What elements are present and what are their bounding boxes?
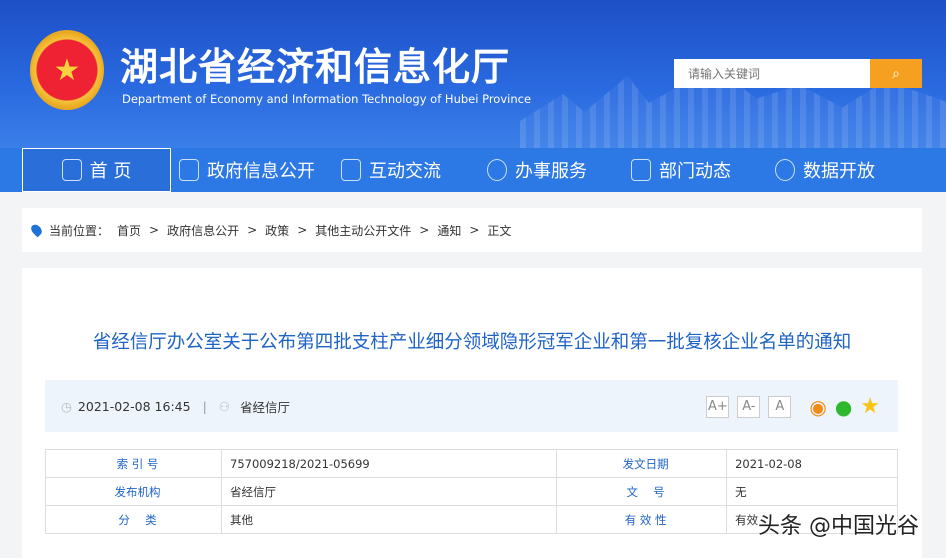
location-pin-icon [29, 222, 44, 238]
nav-label: 部门动态 [659, 161, 731, 182]
clock-icon: ◷ [61, 398, 72, 414]
search-bar: ⌕ [674, 59, 922, 88]
search-input[interactable] [674, 59, 870, 88]
publish-datetime: 2021-02-08 16:45 [77, 398, 191, 414]
breadcrumb-sep: > [247, 223, 258, 237]
breadcrumb-label: 当前位置： [49, 223, 110, 238]
nav-home[interactable]: 首 页 [22, 148, 171, 192]
breadcrumb: 当前位置： 首页 > 政府信息公开 > 政策 > 其他主动公开文件 > 通知 > 正文 [22, 208, 922, 252]
nav-label: 数据开放 [803, 161, 875, 182]
breadcrumb-sep: > [419, 223, 430, 237]
table-key: 分 类 [45, 505, 222, 534]
search-service-icon [487, 159, 507, 181]
checklist-icon [631, 159, 651, 181]
breadcrumb-link[interactable]: 通知 [437, 222, 461, 239]
nav-gov-info[interactable]: 政府信息公开 [179, 148, 315, 192]
meta-divider: | [202, 398, 207, 414]
nav-label: 办事服务 [515, 161, 587, 182]
article-title: 省经信厅办公室关于公布第四批支柱产业细分领域隐形冠军企业和第一批复核企业名单的通… [92, 332, 852, 353]
breadcrumb-link[interactable]: 首页 [117, 222, 141, 239]
font-reset-button[interactable]: A [768, 395, 792, 418]
breadcrumb-sep: > [149, 223, 160, 237]
table-key: 索 引 号 [45, 449, 222, 478]
article-source: 省经信厅 [240, 399, 291, 415]
font-increase-button[interactable]: A+ [706, 395, 730, 418]
national-emblem-logo: ★ [30, 30, 104, 110]
font-decrease-button[interactable]: A- [737, 395, 761, 418]
breadcrumb-sep: > [297, 223, 308, 237]
table-key: 文 号 [556, 477, 728, 506]
document-icon [179, 159, 199, 181]
breadcrumb-current: 正文 [487, 223, 512, 238]
data-chart-icon [775, 159, 795, 181]
breadcrumb-sep: > [469, 223, 480, 237]
main-nav: 首 页 政府信息公开 互动交流 办事服务 部门动态 数据开放 [0, 148, 946, 192]
search-button[interactable]: ⌕ [870, 59, 922, 88]
article-tools: A+ A- A ◉ ● ★ [706, 394, 880, 419]
site-subtitle: Department of Economy and Information Te… [122, 92, 532, 106]
favorite-star-icon[interactable]: ★ [860, 394, 880, 419]
site-title: 湖北省经济和信息化厅 [120, 45, 511, 89]
chat-icon [341, 159, 361, 181]
table-value: 2021-02-08 [726, 449, 898, 478]
watermark: 头条 @中国光谷 [758, 514, 919, 539]
nav-open-data[interactable]: 数据开放 [775, 148, 875, 192]
nav-dept-news[interactable]: 部门动态 [631, 148, 731, 192]
table-value: 省经信厅 [220, 477, 558, 506]
nav-label: 首 页 [89, 161, 132, 182]
table-row: 索 引 号 757009218/2021-05699 发文日期 2021-02-08 [45, 449, 898, 478]
site-header: ★ 湖北省经济和信息化厅 Department of Economy and I… [0, 0, 946, 148]
table-key: 有 效 性 [556, 505, 728, 534]
nav-interaction[interactable]: 互动交流 [341, 148, 441, 192]
breadcrumb-link[interactable]: 政府信息公开 [167, 222, 239, 239]
table-value: 757009218/2021-05699 [220, 449, 558, 478]
wechat-share-icon[interactable]: ● [835, 395, 852, 419]
article-meta-bar: ◷ 2021-02-08 16:45 | ⚇ 省经信厅 A+ A- A ◉ ● … [45, 380, 898, 432]
table-value: 其他 [220, 505, 558, 534]
nav-label: 政府信息公开 [207, 161, 315, 182]
table-row: 发布机构 省经信厅文 号无 [45, 477, 898, 506]
nav-services[interactable]: 办事服务 [487, 148, 587, 192]
table-value: 无 [726, 477, 898, 506]
nav-label: 互动交流 [369, 161, 441, 182]
home-icon [61, 159, 82, 181]
table-key: 发文日期 [556, 449, 728, 478]
breadcrumb-link[interactable]: 其他主动公开文件 [315, 222, 411, 239]
table-key: 发布机构 [45, 477, 222, 506]
breadcrumb-link[interactable]: 政策 [265, 222, 289, 239]
org-icon: ⚇ [218, 398, 230, 414]
weibo-share-icon[interactable]: ◉ [809, 395, 826, 419]
